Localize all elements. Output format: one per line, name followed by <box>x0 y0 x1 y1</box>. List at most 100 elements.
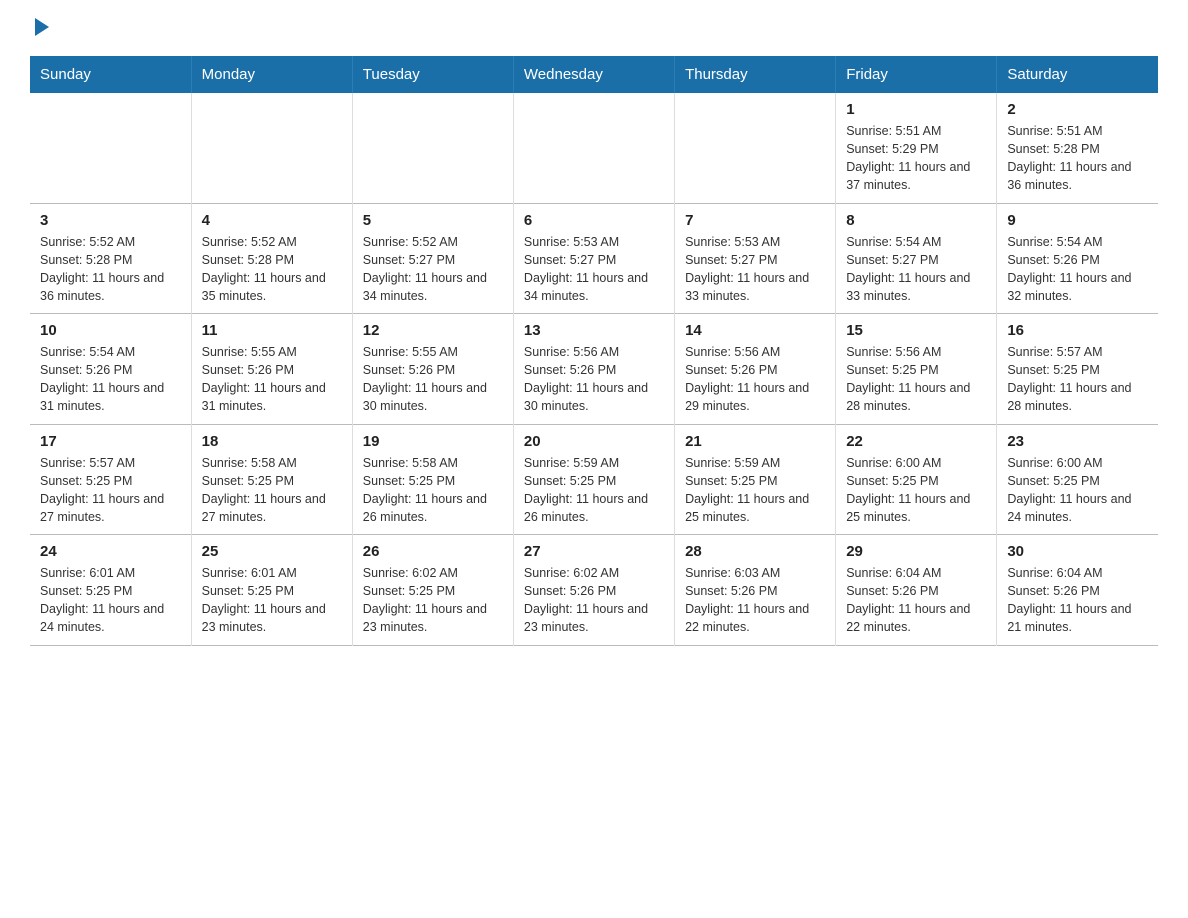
calendar-cell: 3 Sunrise: 5:52 AMSunset: 5:28 PMDaylight… <box>30 203 191 314</box>
calendar-week-row: 24 Sunrise: 6:01 AMSunset: 5:25 PMDayligh… <box>30 535 1158 646</box>
calendar-table: SundayMondayTuesdayWednesdayThursdayFrid… <box>30 56 1158 646</box>
calendar-cell: 29 Sunrise: 6:04 AMSunset: 5:26 PMDayligh… <box>836 535 997 646</box>
day-info: Sunrise: 5:54 AMSunset: 5:26 PMDaylight:… <box>40 343 181 416</box>
calendar-cell: 28 Sunrise: 6:03 AMSunset: 5:26 PMDayligh… <box>675 535 836 646</box>
day-number: 29 <box>846 543 986 560</box>
day-info: Sunrise: 6:02 AMSunset: 5:25 PMDaylight:… <box>363 564 503 637</box>
day-number: 28 <box>685 543 825 560</box>
calendar-cell: 17Sunrise: 5:57 AMSunset: 5:25 PMDayligh… <box>30 424 191 535</box>
day-number: 19 <box>363 433 503 450</box>
calendar-week-row: 17Sunrise: 5:57 AMSunset: 5:25 PMDayligh… <box>30 424 1158 535</box>
day-number: 4 <box>202 212 342 229</box>
day-info: Sunrise: 6:00 AMSunset: 5:25 PMDaylight:… <box>1007 454 1148 527</box>
day-info: Sunrise: 5:51 AMSunset: 5:29 PMDaylight:… <box>846 122 986 195</box>
calendar-cell: 14 Sunrise: 5:56 AMSunset: 5:26 PMDayligh… <box>675 314 836 425</box>
day-number: 21 <box>685 433 825 450</box>
calendar-cell: 23 Sunrise: 6:00 AMSunset: 5:25 PMDayligh… <box>997 424 1158 535</box>
calendar-cell: 9 Sunrise: 5:54 AMSunset: 5:26 PMDaylight… <box>997 203 1158 314</box>
day-info: Sunrise: 6:04 AMSunset: 5:26 PMDaylight:… <box>1007 564 1148 637</box>
calendar-cell: 6 Sunrise: 5:53 AMSunset: 5:27 PMDaylight… <box>513 203 674 314</box>
calendar-cell: 7 Sunrise: 5:53 AMSunset: 5:27 PMDaylight… <box>675 203 836 314</box>
calendar-cell <box>675 93 836 203</box>
day-number: 26 <box>363 543 503 560</box>
page-header <box>30 20 1158 36</box>
calendar-cell: 2 Sunrise: 5:51 AMSunset: 5:28 PMDaylight… <box>997 93 1158 203</box>
day-number: 12 <box>363 322 503 339</box>
day-info: Sunrise: 6:02 AMSunset: 5:26 PMDaylight:… <box>524 564 664 637</box>
day-number: 24 <box>40 543 181 560</box>
day-info: Sunrise: 5:55 AMSunset: 5:26 PMDaylight:… <box>202 343 342 416</box>
day-number: 9 <box>1007 212 1148 229</box>
day-number: 7 <box>685 212 825 229</box>
day-number: 8 <box>846 212 986 229</box>
day-number: 13 <box>524 322 664 339</box>
day-info: Sunrise: 5:56 AMSunset: 5:25 PMDaylight:… <box>846 343 986 416</box>
calendar-cell: 13 Sunrise: 5:56 AMSunset: 5:26 PMDayligh… <box>513 314 674 425</box>
day-number: 30 <box>1007 543 1148 560</box>
weekday-header-tuesday: Tuesday <box>352 56 513 93</box>
day-number: 6 <box>524 212 664 229</box>
calendar-cell: 30 Sunrise: 6:04 AMSunset: 5:26 PMDayligh… <box>997 535 1158 646</box>
day-info: Sunrise: 5:52 AMSunset: 5:28 PMDaylight:… <box>40 233 181 306</box>
logo-arrow-icon <box>35 18 49 36</box>
calendar-cell: 21 Sunrise: 5:59 AMSunset: 5:25 PMDayligh… <box>675 424 836 535</box>
calendar-cell: 19 Sunrise: 5:58 AMSunset: 5:25 PMDayligh… <box>352 424 513 535</box>
day-number: 20 <box>524 433 664 450</box>
calendar-cell: 10 Sunrise: 5:54 AMSunset: 5:26 PMDayligh… <box>30 314 191 425</box>
calendar-cell <box>513 93 674 203</box>
day-info: Sunrise: 5:54 AMSunset: 5:26 PMDaylight:… <box>1007 233 1148 306</box>
day-number: 3 <box>40 212 181 229</box>
day-number: 5 <box>363 212 503 229</box>
day-info: Sunrise: 5:53 AMSunset: 5:27 PMDaylight:… <box>685 233 825 306</box>
calendar-cell: 16Sunrise: 5:57 AMSunset: 5:25 PMDayligh… <box>997 314 1158 425</box>
calendar-cell: 12 Sunrise: 5:55 AMSunset: 5:26 PMDayligh… <box>352 314 513 425</box>
day-info: Sunrise: 5:57 AMSunset: 5:25 PMDaylight:… <box>40 454 181 527</box>
day-info: Sunrise: 6:01 AMSunset: 5:25 PMDaylight:… <box>202 564 342 637</box>
day-info: Sunrise: 6:03 AMSunset: 5:26 PMDaylight:… <box>685 564 825 637</box>
weekday-header-thursday: Thursday <box>675 56 836 93</box>
day-number: 27 <box>524 543 664 560</box>
day-info: Sunrise: 5:57 AMSunset: 5:25 PMDaylight:… <box>1007 343 1148 416</box>
day-number: 10 <box>40 322 181 339</box>
day-info: Sunrise: 5:55 AMSunset: 5:26 PMDaylight:… <box>363 343 503 416</box>
day-info: Sunrise: 5:54 AMSunset: 5:27 PMDaylight:… <box>846 233 986 306</box>
calendar-cell: 15 Sunrise: 5:56 AMSunset: 5:25 PMDayligh… <box>836 314 997 425</box>
day-info: Sunrise: 5:51 AMSunset: 5:28 PMDaylight:… <box>1007 122 1148 195</box>
calendar-cell: 27 Sunrise: 6:02 AMSunset: 5:26 PMDayligh… <box>513 535 674 646</box>
logo <box>30 20 49 36</box>
day-info: Sunrise: 5:59 AMSunset: 5:25 PMDaylight:… <box>524 454 664 527</box>
day-number: 23 <box>1007 433 1148 450</box>
day-info: Sunrise: 5:58 AMSunset: 5:25 PMDaylight:… <box>202 454 342 527</box>
day-number: 25 <box>202 543 342 560</box>
day-info: Sunrise: 5:53 AMSunset: 5:27 PMDaylight:… <box>524 233 664 306</box>
weekday-header-friday: Friday <box>836 56 997 93</box>
day-number: 14 <box>685 322 825 339</box>
calendar-week-row: 10 Sunrise: 5:54 AMSunset: 5:26 PMDayligh… <box>30 314 1158 425</box>
day-number: 2 <box>1007 101 1148 118</box>
weekday-header-saturday: Saturday <box>997 56 1158 93</box>
calendar-cell <box>352 93 513 203</box>
weekday-header-wednesday: Wednesday <box>513 56 674 93</box>
day-info: Sunrise: 5:58 AMSunset: 5:25 PMDaylight:… <box>363 454 503 527</box>
weekday-header-row: SundayMondayTuesdayWednesdayThursdayFrid… <box>30 56 1158 93</box>
weekday-header-monday: Monday <box>191 56 352 93</box>
day-number: 1 <box>846 101 986 118</box>
calendar-cell: 11 Sunrise: 5:55 AMSunset: 5:26 PMDayligh… <box>191 314 352 425</box>
calendar-cell: 25 Sunrise: 6:01 AMSunset: 5:25 PMDayligh… <box>191 535 352 646</box>
day-info: Sunrise: 5:59 AMSunset: 5:25 PMDaylight:… <box>685 454 825 527</box>
day-info: Sunrise: 5:56 AMSunset: 5:26 PMDaylight:… <box>685 343 825 416</box>
day-info: Sunrise: 6:04 AMSunset: 5:26 PMDaylight:… <box>846 564 986 637</box>
calendar-cell: 8 Sunrise: 5:54 AMSunset: 5:27 PMDaylight… <box>836 203 997 314</box>
calendar-cell: 4Sunrise: 5:52 AMSunset: 5:28 PMDaylight… <box>191 203 352 314</box>
day-number: 11 <box>202 322 342 339</box>
weekday-header-sunday: Sunday <box>30 56 191 93</box>
calendar-cell: 5 Sunrise: 5:52 AMSunset: 5:27 PMDaylight… <box>352 203 513 314</box>
day-info: Sunrise: 5:56 AMSunset: 5:26 PMDaylight:… <box>524 343 664 416</box>
day-number: 15 <box>846 322 986 339</box>
calendar-cell: 24 Sunrise: 6:01 AMSunset: 5:25 PMDayligh… <box>30 535 191 646</box>
calendar-cell: 18Sunrise: 5:58 AMSunset: 5:25 PMDayligh… <box>191 424 352 535</box>
calendar-week-row: 1 Sunrise: 5:51 AMSunset: 5:29 PMDaylight… <box>30 93 1158 203</box>
day-info: Sunrise: 5:52 AMSunset: 5:27 PMDaylight:… <box>363 233 503 306</box>
calendar-week-row: 3 Sunrise: 5:52 AMSunset: 5:28 PMDaylight… <box>30 203 1158 314</box>
day-info: Sunrise: 6:01 AMSunset: 5:25 PMDaylight:… <box>40 564 181 637</box>
